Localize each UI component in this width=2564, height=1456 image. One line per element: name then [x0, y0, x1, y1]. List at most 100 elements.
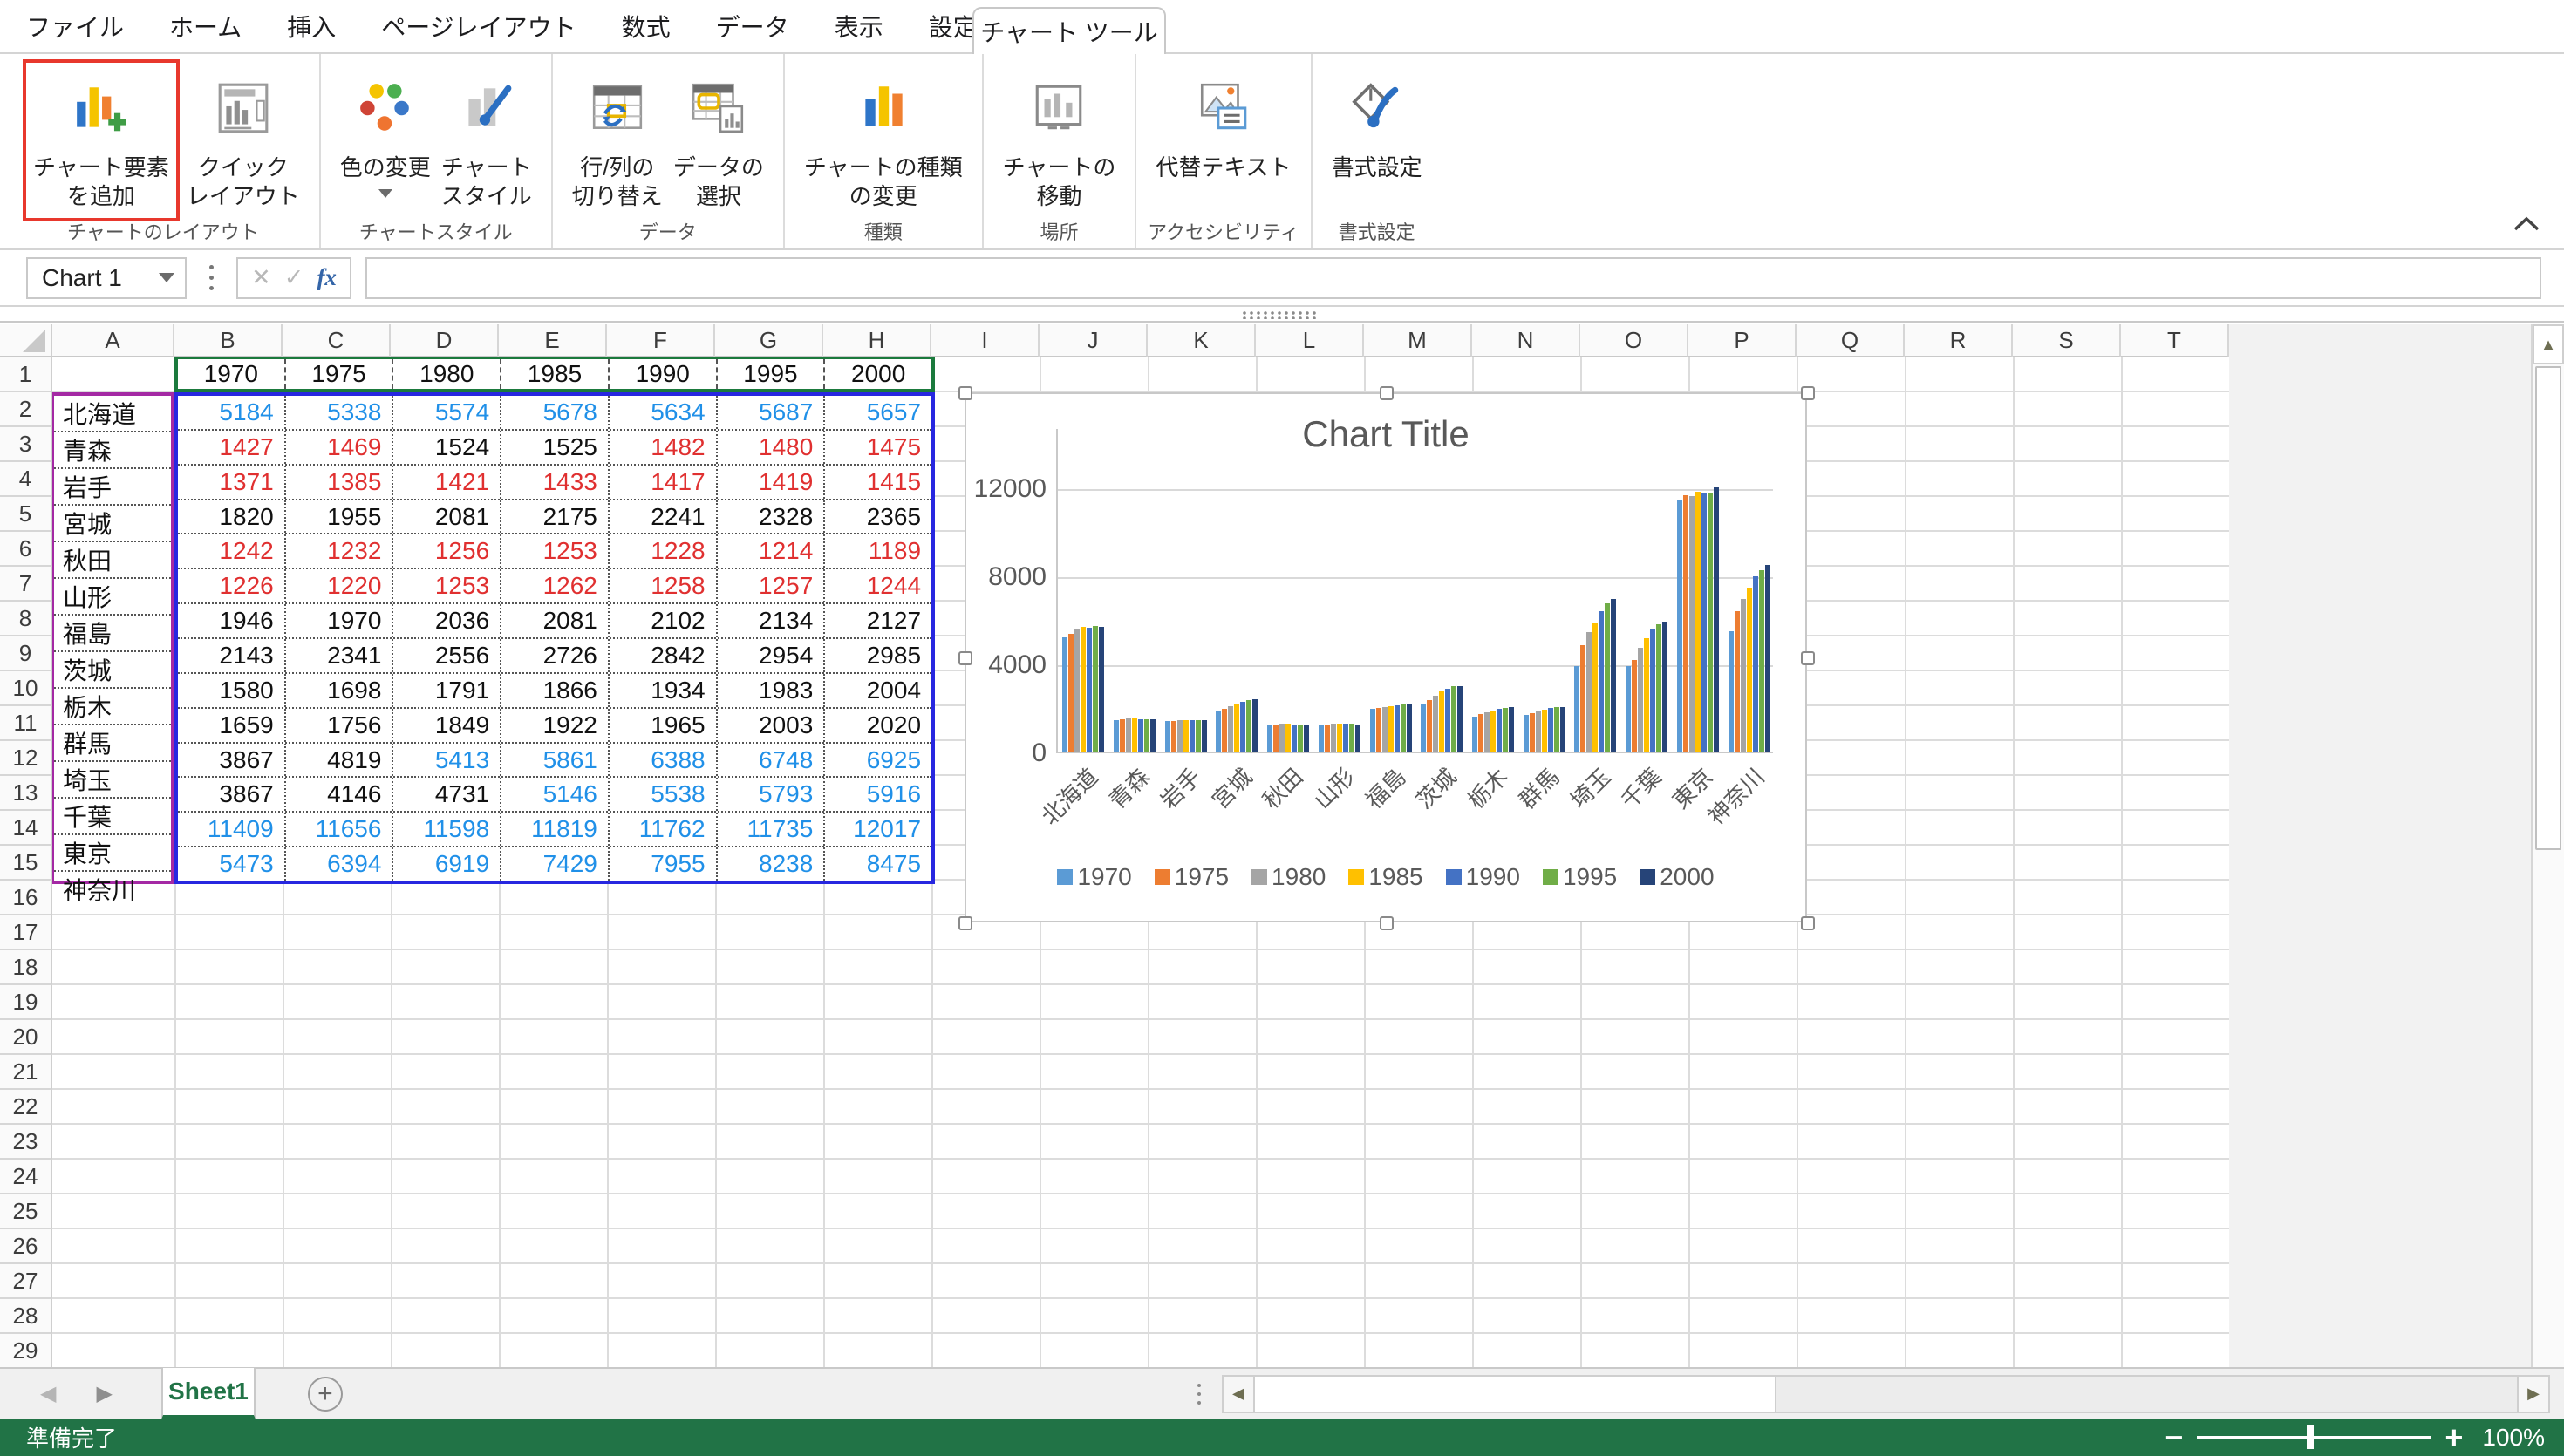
row-header-5[interactable]: 5	[0, 497, 52, 532]
bar-1985[interactable]	[1337, 724, 1342, 752]
bar-1990[interactable]	[1138, 719, 1143, 752]
prefecture-cell[interactable]: 秋田	[54, 542, 171, 579]
bar-1975[interactable]	[1632, 660, 1637, 752]
sheet-nav-right-icon[interactable]: ▶	[96, 1381, 112, 1406]
bar-1990[interactable]	[1548, 708, 1553, 752]
quick-layout-button[interactable]: クイック レイアウト	[187, 63, 300, 211]
name-box[interactable]: Chart 1	[26, 257, 187, 299]
resize-handle[interactable]	[1380, 386, 1394, 400]
row-header-27[interactable]: 27	[0, 1264, 52, 1299]
value-cell[interactable]: 1214	[718, 534, 826, 568]
row-header-1[interactable]: 1	[0, 357, 52, 392]
scroll-right-icon[interactable]: ▶	[2517, 1377, 2548, 1412]
resize-handle[interactable]	[1801, 386, 1815, 400]
bar-1970[interactable]	[1574, 666, 1579, 752]
column-header-T[interactable]: T	[2121, 324, 2229, 357]
value-cell[interactable]: 8475	[825, 847, 931, 881]
value-cell[interactable]: 2985	[825, 639, 931, 672]
year-cell[interactable]: 1970	[178, 359, 286, 389]
column-header-B[interactable]: B	[174, 324, 283, 357]
alt-text-button[interactable]: 代替テキスト	[1156, 63, 1291, 182]
value-cell[interactable]: 1820	[178, 500, 286, 534]
value-cell[interactable]: 1220	[286, 569, 394, 602]
value-cell[interactable]: 5338	[286, 396, 394, 429]
column-header-Q[interactable]: Q	[1797, 324, 1905, 357]
bar-group-北海道[interactable]	[1058, 429, 1109, 752]
bar-group-神奈川[interactable]	[1723, 429, 1775, 752]
value-cell[interactable]: 1955	[286, 500, 394, 534]
enter-icon[interactable]: ✓	[284, 264, 304, 291]
value-cell[interactable]: 6919	[393, 847, 501, 881]
bar-1985[interactable]	[1747, 588, 1752, 752]
value-cell[interactable]: 12017	[825, 813, 931, 846]
value-cell[interactable]: 1417	[610, 466, 718, 499]
bar-1975[interactable]	[1478, 714, 1483, 752]
value-cell[interactable]: 6925	[825, 744, 931, 777]
menu-tab[interactable]: ホーム	[169, 9, 242, 44]
bar-1995[interactable]	[1656, 624, 1661, 752]
bar-1970[interactable]	[1319, 725, 1324, 752]
zoom-percentage[interactable]: 100%	[2482, 1424, 2545, 1452]
change-colors-button[interactable]: 色の変更	[340, 63, 431, 198]
value-cell[interactable]: 6748	[718, 744, 826, 777]
prefecture-cell[interactable]: 神奈川	[54, 872, 171, 907]
bar-2000[interactable]	[1150, 719, 1156, 752]
column-header-I[interactable]: I	[931, 324, 1040, 357]
row-header-29[interactable]: 29	[0, 1334, 52, 1369]
value-cell[interactable]: 8238	[718, 847, 826, 881]
bar-group-岩手[interactable]	[1160, 429, 1211, 752]
row-header-2[interactable]: 2	[0, 392, 52, 427]
bar-1985[interactable]	[1695, 492, 1701, 752]
year-cell[interactable]: 1990	[610, 359, 718, 389]
value-cell[interactable]: 2004	[825, 674, 931, 707]
bar-1975[interactable]	[1580, 645, 1585, 752]
bar-1990[interactable]	[1087, 628, 1092, 752]
change-chart-type-button[interactable]: チャートの種類 の変更	[804, 63, 963, 211]
value-cell[interactable]: 6394	[286, 847, 394, 881]
value-cell[interactable]: 7429	[501, 847, 610, 881]
value-cell[interactable]: 4819	[286, 744, 394, 777]
bar-1975[interactable]	[1427, 700, 1432, 752]
resize-handle[interactable]	[1380, 916, 1394, 930]
bar-group-茨城[interactable]	[1416, 429, 1468, 752]
resize-handle[interactable]	[958, 386, 972, 400]
vertical-scrollbar[interactable]: ▲	[2531, 324, 2564, 1367]
value-cell[interactable]: 1524	[393, 431, 501, 464]
value-cell[interactable]: 2036	[393, 604, 501, 637]
select-data-button[interactable]: データの 選択	[673, 63, 764, 211]
resize-handle[interactable]	[958, 916, 972, 930]
bar-1990[interactable]	[1395, 705, 1400, 752]
year-header-row[interactable]: 1970197519801985199019952000	[174, 356, 935, 392]
value-cell[interactable]: 11819	[501, 813, 610, 846]
bar-group-山形[interactable]	[1314, 429, 1366, 752]
row-header-20[interactable]: 20	[0, 1020, 52, 1055]
value-cell[interactable]: 1922	[501, 709, 610, 742]
bar-2000[interactable]	[1202, 720, 1207, 752]
bar-1980[interactable]	[1382, 707, 1388, 752]
bar-1970[interactable]	[1421, 704, 1426, 752]
row-header-13[interactable]: 13	[0, 776, 52, 811]
bar-1995[interactable]	[1093, 626, 1098, 752]
value-cell[interactable]: 11409	[178, 813, 286, 846]
bar-1975[interactable]	[1273, 725, 1279, 752]
column-header-A[interactable]: A	[52, 324, 174, 357]
bar-1990[interactable]	[1240, 702, 1245, 752]
legend-item-1995[interactable]: 1995	[1543, 863, 1617, 891]
bar-1995[interactable]	[1144, 719, 1149, 752]
year-cell[interactable]: 1975	[286, 359, 394, 389]
year-cell[interactable]: 2000	[825, 359, 931, 389]
zoom-in-icon[interactable]: +	[2445, 1419, 2463, 1456]
row-header-17[interactable]: 17	[0, 915, 52, 950]
value-cell[interactable]: 1371	[178, 466, 286, 499]
year-cell[interactable]: 1985	[501, 359, 610, 389]
row-header-15[interactable]: 15	[0, 846, 52, 881]
value-cell[interactable]: 1946	[178, 604, 286, 637]
value-cell[interactable]: 1659	[178, 709, 286, 742]
row-header-25[interactable]: 25	[0, 1194, 52, 1229]
row-header-22[interactable]: 22	[0, 1090, 52, 1125]
legend-item-2000[interactable]: 2000	[1640, 863, 1714, 891]
column-header-C[interactable]: C	[283, 324, 391, 357]
bar-1995[interactable]	[1246, 700, 1251, 752]
bar-1970[interactable]	[1729, 631, 1734, 752]
prefecture-cell[interactable]: 茨城	[54, 652, 171, 689]
